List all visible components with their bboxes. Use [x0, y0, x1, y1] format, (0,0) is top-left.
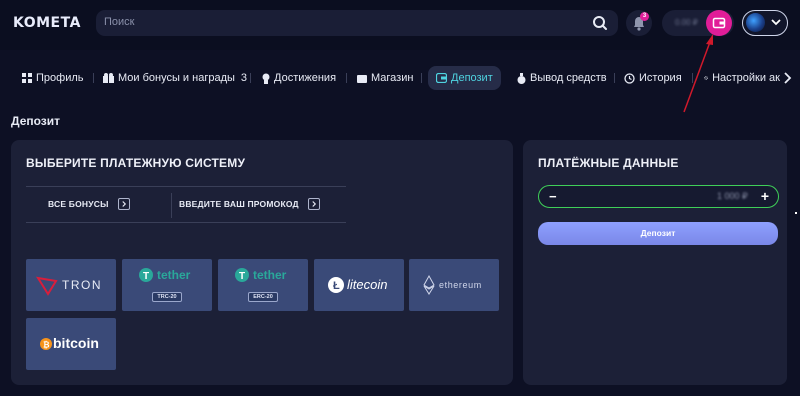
deposit-button[interactable]: Депозит: [538, 222, 778, 245]
chevron-right-icon[interactable]: [308, 198, 320, 210]
tether-logo-icon: T: [139, 268, 153, 282]
divider: [346, 73, 347, 83]
promo-code-label[interactable]: ВВЕДИТЕ ВАШ ПРОМОКОД: [179, 199, 299, 209]
notification-badge: 3: [640, 12, 649, 21]
wallet-icon: [436, 73, 447, 83]
profile-nav: Профиль Мои бонусы и награды 3 Достижени…: [0, 62, 800, 94]
amount-stepper[interactable]: − 1 000 ₽ +: [538, 185, 779, 208]
divider: [421, 73, 422, 83]
chevron-down-icon: [771, 19, 781, 26]
divider: [171, 193, 172, 218]
bonus-count: 3: [240, 72, 248, 84]
filter-row: ВСЕ БОНУСЫ ВВЕДИТЕ ВАШ ПРОМОКОД: [26, 186, 346, 223]
user-menu-button[interactable]: [742, 10, 788, 36]
tab-achievements[interactable]: Достижения: [262, 66, 336, 90]
method-name: tether: [253, 268, 287, 282]
amount-value[interactable]: 1 000 ₽: [717, 191, 748, 202]
tab-label: Мои бонусы и награды: [118, 72, 235, 84]
money-bag-icon: [517, 72, 526, 84]
network-badge: TRC-20: [152, 292, 182, 302]
stray-dot: [795, 212, 797, 214]
method-name: ethereum: [439, 280, 482, 290]
decrease-button[interactable]: −: [549, 189, 557, 204]
tab-label: Магазин: [371, 72, 414, 84]
method-name: litecoin: [347, 277, 388, 292]
search-bar[interactable]: Поиск: [96, 10, 618, 36]
tab-label: Депозит: [451, 72, 493, 84]
tab-history[interactable]: История: [624, 66, 682, 90]
panel-title: ПЛАТЁЖНЫЕ ДАННЫЕ: [538, 156, 679, 170]
payment-system-panel: ВЫБЕРИТЕ ПЛАТЕЖНУЮ СИСТЕМУ ВСЕ БОНУСЫ ВВ…: [11, 140, 513, 385]
divider: [614, 73, 615, 83]
divider: [93, 73, 94, 83]
tab-bonuses[interactable]: Мои бонусы и награды 3: [103, 66, 247, 90]
svg-text:T: T: [239, 271, 245, 282]
history-icon: [624, 72, 635, 84]
grid-icon: [22, 73, 32, 83]
svg-text:₿: ₿: [43, 341, 50, 350]
increase-button[interactable]: +: [761, 188, 769, 204]
shop-icon: [357, 75, 367, 83]
tab-settings[interactable]: Настройки ак: [704, 66, 780, 90]
tab-deposit[interactable]: Депозит: [428, 66, 501, 90]
balance-value: 0.00 ₽: [675, 18, 698, 27]
payment-method-tether-erc20[interactable]: T tether ERC-20: [218, 259, 308, 311]
panel-title: ВЫБЕРИТЕ ПЛАТЕЖНУЮ СИСТЕМУ: [26, 156, 246, 170]
chevron-right-icon[interactable]: [118, 198, 130, 210]
svg-text:T: T: [143, 271, 149, 282]
svg-text:Ł: Ł: [333, 280, 340, 292]
divider: [250, 73, 251, 83]
payment-method-ethereum[interactable]: ethereum: [409, 259, 499, 311]
method-name: TRON: [62, 278, 102, 292]
network-badge: ERC-20: [248, 292, 278, 302]
tab-label: Достижения: [274, 72, 337, 84]
method-name: tether: [157, 268, 191, 282]
tab-profile[interactable]: Профиль: [22, 66, 84, 90]
avatar: [746, 13, 765, 32]
divider: [692, 73, 693, 83]
page-title: Депозит: [11, 114, 61, 128]
method-name: bitcoin: [53, 335, 99, 351]
payment-method-tether-trc20[interactable]: T tether TRC-20: [122, 259, 212, 311]
tab-label: Настройки ак: [712, 72, 780, 84]
payment-method-litecoin[interactable]: Ł litecoin: [314, 259, 404, 311]
tab-shop[interactable]: Магазин: [357, 66, 413, 90]
medal-icon: [262, 73, 270, 84]
tab-withdraw[interactable]: Вывод средств: [517, 66, 607, 90]
all-bonuses-label[interactable]: ВСЕ БОНУСЫ: [48, 199, 109, 209]
tether-logo-icon: T: [235, 268, 249, 282]
gear-icon: [704, 76, 708, 80]
logo[interactable]: KOMETA: [13, 15, 81, 31]
tab-label: Вывод средств: [530, 72, 607, 84]
payment-method-bitcoin[interactable]: ₿ bitcoin: [26, 318, 116, 370]
search-icon[interactable]: [592, 15, 608, 31]
tab-label: История: [639, 72, 682, 84]
payment-method-tron[interactable]: TRON: [26, 259, 116, 311]
search-input[interactable]: Поиск: [104, 16, 134, 28]
payment-details-panel: ПЛАТЁЖНЫЕ ДАННЫЕ − 1 000 ₽ + Депозит: [523, 140, 787, 385]
chevron-right-icon[interactable]: [780, 70, 796, 86]
gift-icon: [103, 73, 114, 83]
tab-label: Профиль: [36, 72, 84, 84]
